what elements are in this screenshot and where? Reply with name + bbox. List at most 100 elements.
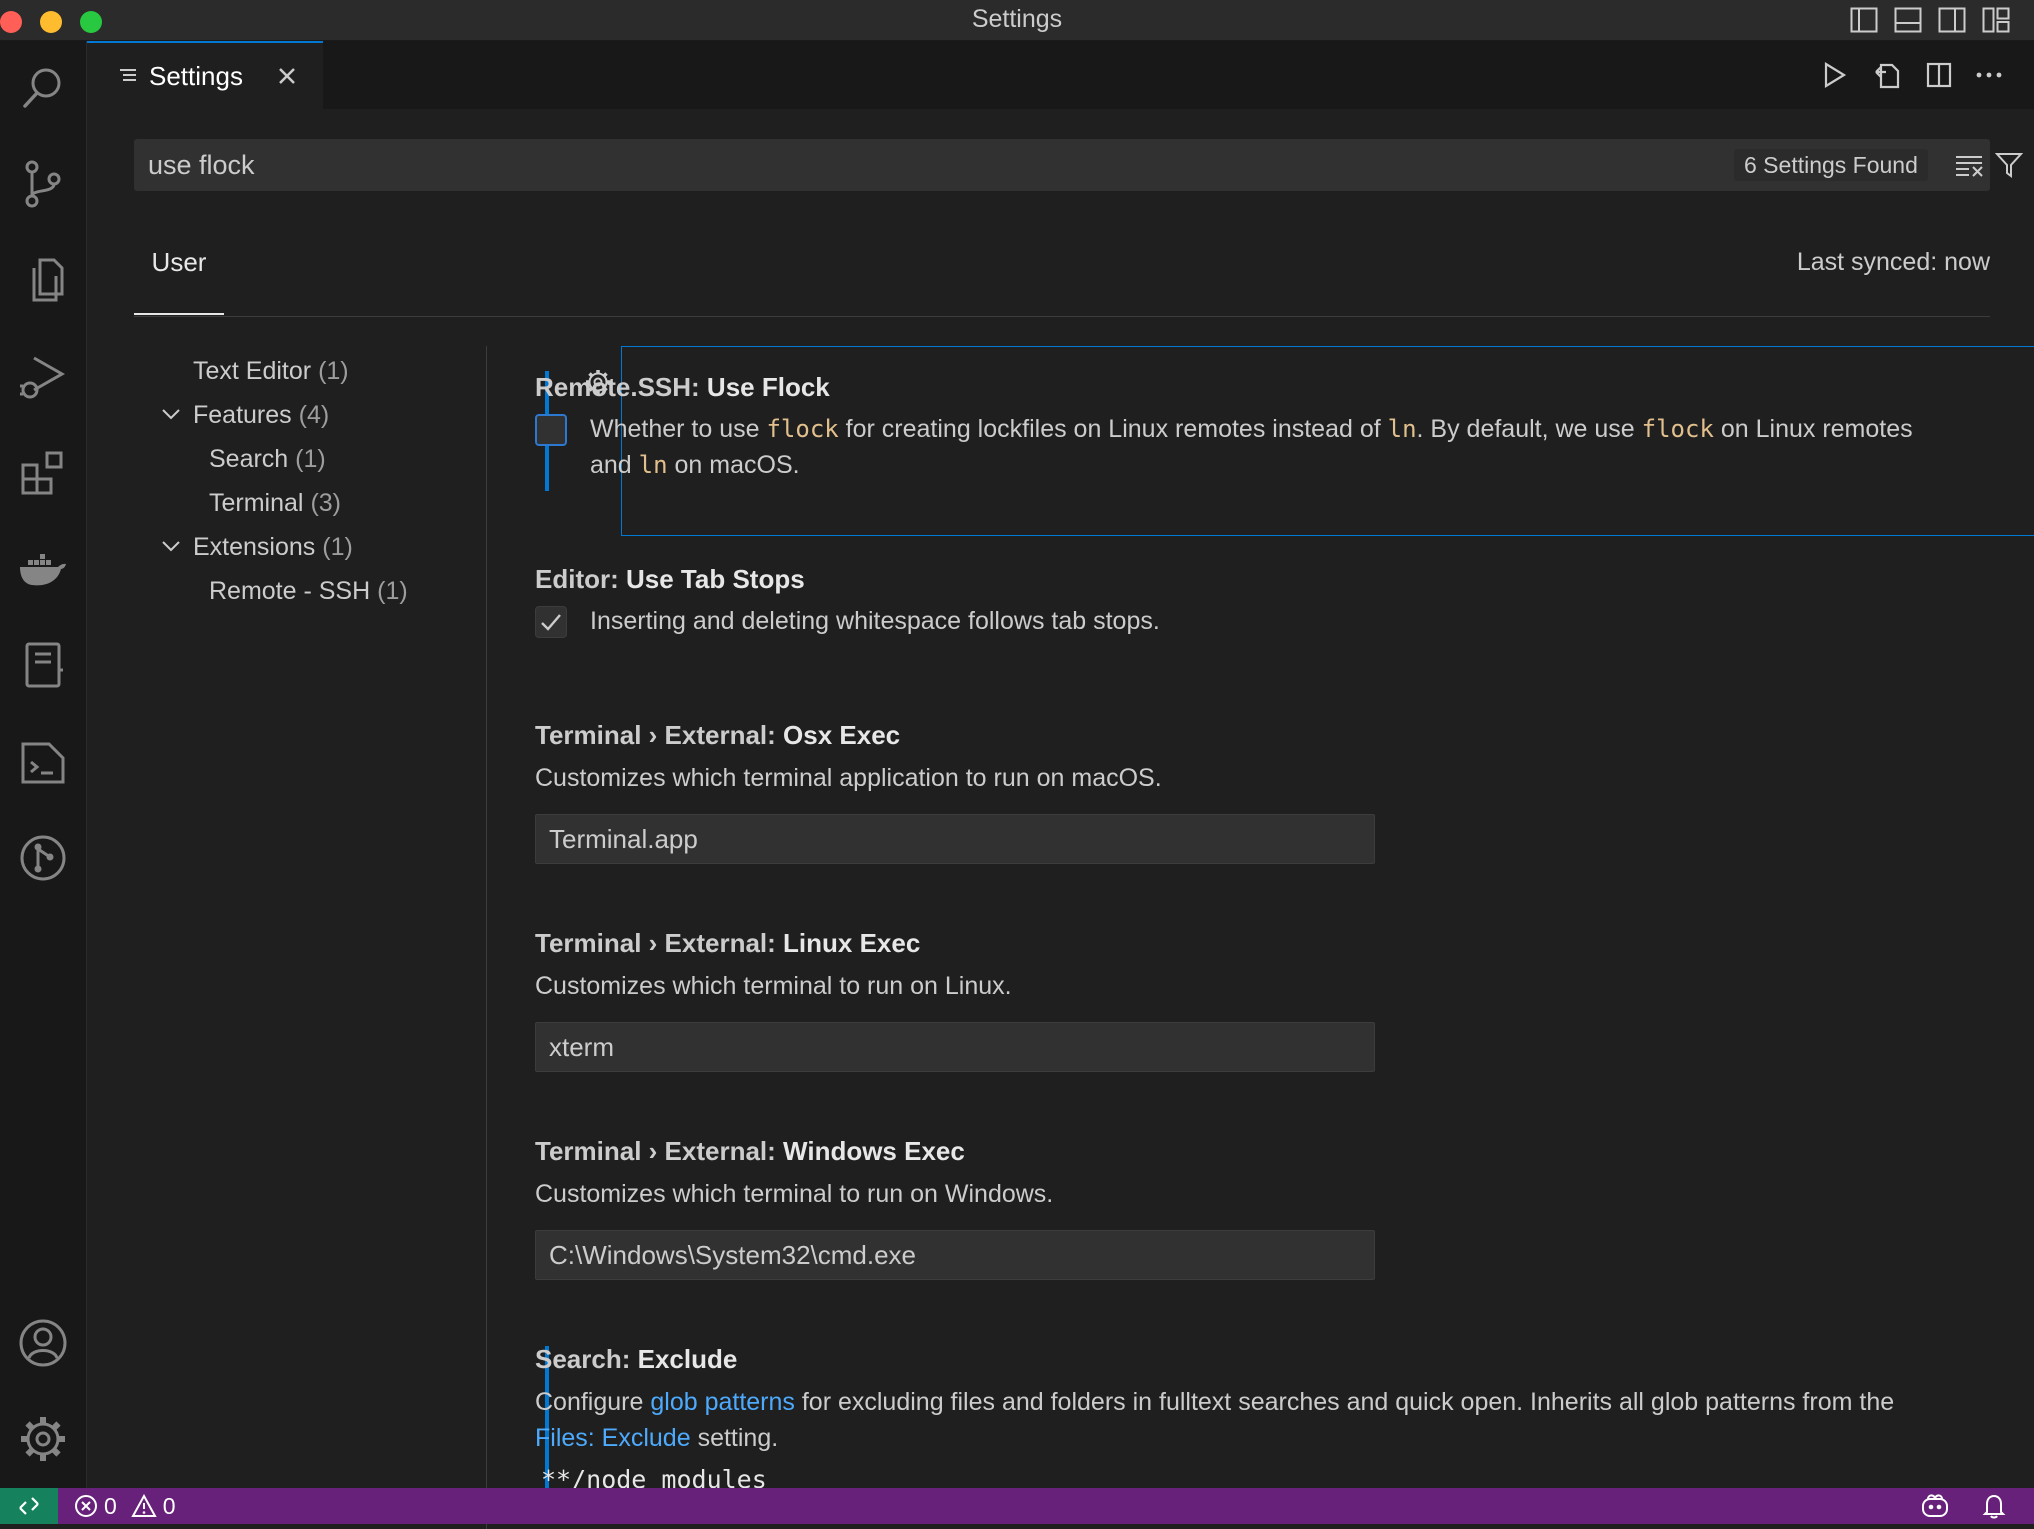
chevron-down-icon[interactable] [160, 403, 182, 425]
setting-description: Customizes which terminal to run on Wind… [535, 1180, 1054, 1208]
toc-item-remote-ssh[interactable]: Remote - SSH (1) [209, 569, 408, 613]
setting-key: Linux Exec [783, 928, 921, 958]
notebook-icon[interactable] [0, 625, 86, 705]
notifications-bell-icon[interactable] [1982, 1488, 2006, 1524]
toggle-panel-icon[interactable] [1892, 4, 1924, 36]
settings-list-icon [119, 67, 137, 85]
toc-item-terminal[interactable]: Terminal (3) [209, 481, 341, 525]
toc-label: Terminal [209, 489, 304, 517]
split-editor-icon[interactable] [1921, 57, 1957, 93]
setting-title: Editor: Use Tab Stops [535, 561, 1925, 597]
setting-description: Customizes which terminal application to… [535, 764, 1162, 792]
setting-title: Terminal › External: Linux Exec [535, 925, 1925, 961]
close-tab-icon[interactable] [277, 66, 297, 86]
setting-category: Editor: [535, 564, 626, 594]
toc-item-search[interactable]: Search (1) [209, 437, 326, 481]
warning-count: 0 [162, 1492, 176, 1519]
results-count-badge: 6 Settings Found [1734, 149, 1928, 181]
open-settings-json-icon[interactable] [1869, 57, 1905, 93]
setting-title: Remote.SSH: Use Flock [535, 369, 1925, 405]
tab-user[interactable]: User [134, 224, 224, 315]
more-actions-icon[interactable] [1971, 57, 2007, 93]
linux-exec-input[interactable] [535, 1022, 1375, 1072]
setting-title: Search: Exclude [535, 1341, 1925, 1377]
run-icon[interactable] [1817, 57, 1853, 93]
use-flock-checkbox[interactable] [535, 414, 567, 446]
copilot-icon[interactable] [1920, 1488, 1950, 1524]
status-bar: 0 0 [0, 1488, 2034, 1524]
toc-item-features[interactable]: Features (4) [193, 393, 329, 437]
setting-description: Whether to use flock for creating lockfi… [590, 415, 1913, 479]
toggle-secondary-sidebar-icon[interactable] [1936, 4, 1968, 36]
window-title: Settings [971, 5, 1063, 33]
toc-count: (1) [295, 445, 326, 473]
explorer-icon[interactable] [0, 241, 86, 321]
setting-terminal-linux-exec: Terminal › External: Linux Exec Customiz… [535, 925, 1925, 1075]
toc-count: (1) [377, 577, 408, 605]
editor-area: Settings 6 Settings Found User Last syn [87, 41, 2034, 1529]
setting-category: Search: [535, 1344, 638, 1374]
toc-item-extensions[interactable]: Extensions (1) [193, 525, 353, 569]
setting-key: Exclude [637, 1344, 738, 1374]
sync-status: Last synced: now [1796, 248, 1990, 276]
setting-category: Remote.SSH: [535, 372, 707, 402]
toc-label: Remote - SSH [209, 577, 371, 605]
toc-count: (1) [322, 533, 353, 561]
setting-title: Terminal › External: Windows Exec [535, 1133, 1925, 1169]
toc-divider [486, 346, 487, 1529]
problems-status[interactable]: 0 0 [74, 1488, 176, 1524]
toc-count: (4) [298, 401, 330, 429]
toc-count: (1) [318, 357, 349, 385]
use-tab-stops-checkbox[interactable] [535, 606, 567, 638]
toggle-primary-sidebar-icon[interactable] [1848, 4, 1880, 36]
toc-item-text-editor[interactable]: Text Editor (1) [193, 349, 349, 393]
setting-category: Terminal › External: [535, 1136, 784, 1166]
docker-icon[interactable] [0, 529, 86, 609]
files-exclude-link[interactable]: Files: Exclude [535, 1424, 691, 1452]
filter-icon[interactable] [1992, 149, 2026, 181]
setting-key: Windows Exec [783, 1136, 965, 1166]
settings-search-input[interactable] [148, 139, 1498, 191]
osx-exec-input[interactable] [535, 814, 1375, 864]
windows-exec-input[interactable] [535, 1230, 1375, 1280]
search-icon[interactable] [0, 47, 86, 127]
setting-editor-use-tab-stops: Editor: Use Tab Stops Inserting and dele… [535, 561, 1925, 651]
setting-key: Osx Exec [783, 720, 901, 750]
toc-count: (3) [310, 489, 341, 517]
setting-key: Use Flock [706, 372, 830, 402]
checkmark-icon [541, 614, 561, 631]
settings-scope-tabs: User Last synced: now [134, 224, 1990, 317]
terminal-icon[interactable] [0, 722, 86, 802]
glob-patterns-link[interactable]: glob patterns [650, 1388, 795, 1416]
toc-label: Search [209, 445, 289, 473]
setting-terminal-osx-exec: Terminal › External: Osx Exec Customizes… [535, 717, 1925, 867]
setting-terminal-windows-exec: Terminal › External: Windows Exec Custom… [535, 1133, 1925, 1283]
manage-gear-icon[interactable] [0, 1399, 86, 1479]
tab-bar: Settings [87, 41, 2034, 109]
account-icon[interactable] [0, 1303, 86, 1383]
setting-title: Terminal › External: Osx Exec [535, 717, 1925, 753]
setting-category: Terminal › External: [535, 928, 784, 958]
toc-label: Extensions [193, 533, 316, 561]
setting-search-exclude: Search: Exclude Configure glob patterns … [535, 1341, 1925, 1494]
source-control-icon[interactable] [0, 144, 86, 224]
error-icon [74, 1494, 98, 1518]
setting-remote-ssh-use-flock: Remote.SSH: Use Flock Whether to use flo… [535, 369, 1925, 499]
extensions-icon[interactable] [0, 433, 86, 513]
tab-label: Settings [149, 60, 243, 91]
run-debug-icon[interactable] [0, 337, 86, 417]
title-bar: Settings [0, 0, 2034, 41]
setting-category: Terminal › External: [535, 720, 784, 750]
settings-search-box: 6 Settings Found [134, 139, 2023, 191]
setting-description: Inserting and deleting whitespace follow… [590, 607, 1160, 635]
activity-bar [0, 41, 87, 1488]
git-graph-icon[interactable] [0, 818, 86, 898]
clear-search-icon[interactable] [1953, 149, 1987, 181]
tab-settings[interactable]: Settings [87, 41, 323, 109]
chevron-down-icon[interactable] [160, 535, 182, 557]
customize-layout-icon[interactable] [1980, 4, 2012, 36]
setting-key: Use Tab Stops [626, 564, 805, 594]
setting-description: Configure glob patterns for excluding fi… [535, 1388, 1895, 1452]
remote-indicator-icon[interactable] [0, 1488, 58, 1524]
warning-icon [131, 1494, 157, 1518]
